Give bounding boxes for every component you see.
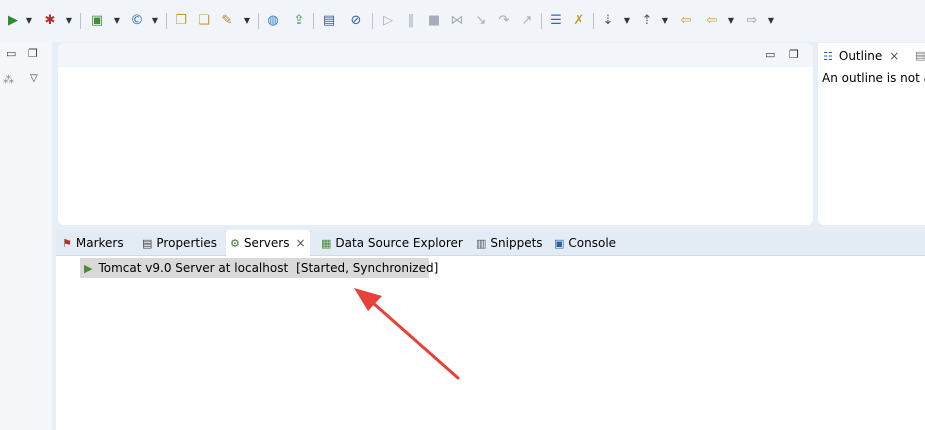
bottom-panel: ⚑ Markers ▤ Properties ⚙ Servers × ▦ Dat… — [56, 230, 925, 430]
editor-maximize-icon[interactable]: ❐ — [789, 49, 799, 61]
monitor-icon[interactable]: ▤ — [320, 12, 338, 30]
outline-icon: ☷ — [823, 49, 833, 63]
last-edit-icon[interactable]: ⇦ — [677, 12, 695, 30]
properties-icon: ▤ — [142, 236, 153, 250]
tab-data-source-explorer[interactable]: ▦ Data Source Explorer — [321, 230, 463, 256]
tab-markers[interactable]: ⚑ Markers — [62, 230, 124, 256]
step-over-icon[interactable]: ↷ — [495, 12, 513, 30]
new-class-icon[interactable]: © — [128, 12, 146, 30]
tab-outline-label: Outline — [838, 49, 883, 63]
tab-snippets-label: Snippets — [490, 236, 543, 250]
tab-data-source-explorer-label: Data Source Explorer — [335, 236, 463, 250]
servers-cluster-icon[interactable]: ⁂ — [3, 74, 14, 86]
snippets-icon: ▥ — [476, 236, 487, 250]
toolbar-separator — [166, 13, 167, 29]
outline-message: An outline is not a — [822, 71, 925, 85]
forward-icon[interactable]: ⇨ — [743, 12, 761, 30]
server-list-item[interactable]: ▶ Tomcat v9.0 Server at localhost [Start… — [80, 258, 438, 278]
new-class-dropdown-icon[interactable]: ▼ — [151, 12, 159, 30]
toolbar-separator — [258, 13, 259, 29]
toolbar-separator — [372, 13, 373, 29]
open-folder-icon[interactable]: ❐ — [172, 12, 190, 30]
step-return-icon[interactable]: ↗ — [518, 12, 536, 30]
debug-icon[interactable]: ✱ — [41, 12, 59, 30]
terminate-icon[interactable]: ■ — [425, 12, 443, 30]
task-list-icon[interactable]: ▤ — [915, 50, 925, 62]
tab-servers[interactable]: ⚙ Servers × — [226, 230, 310, 256]
open-task-icon[interactable]: ☰ — [547, 12, 565, 30]
back-icon[interactable]: ⇦ — [703, 12, 721, 30]
tab-outline[interactable]: ☷ Outline × — [818, 43, 925, 69]
next-annotation-dropdown-icon[interactable]: ▼ — [623, 12, 631, 30]
markers-icon: ⚑ — [62, 236, 72, 250]
close-icon[interactable]: × — [889, 49, 899, 63]
next-annotation-icon[interactable]: ⇣ — [599, 12, 617, 30]
deploy-icon[interactable]: ⇪ — [290, 12, 308, 30]
toolbar-separator — [541, 13, 542, 29]
tab-snippets[interactable]: ▥ Snippets — [476, 230, 543, 256]
launch-dropdown-icon[interactable]: ▼ — [243, 12, 251, 30]
data-source-icon: ▦ — [321, 236, 332, 250]
minimize-icon[interactable]: ▭ — [6, 48, 16, 60]
run-icon[interactable]: ▶ — [4, 12, 22, 30]
server-name: Tomcat v9.0 Server at localhost — [98, 261, 289, 275]
new-server-icon[interactable]: ▣ — [88, 12, 106, 30]
disconnect-icon[interactable]: ⋈ — [448, 12, 466, 30]
console-icon: ▣ — [554, 236, 565, 250]
left-minimized-stack: ▭ ❐ ⁂ ▽ — [0, 42, 52, 430]
run-dropdown-icon[interactable]: ▼ — [25, 12, 33, 30]
outline-view: ☷ Outline × ▤ An outline is not a — [818, 43, 925, 225]
main-toolbar: ▶ ▼ ✱ ▼ ▣ ▼ © ▼ ❐ ❏ ✎ ▼ ◍ ⇪ ▤ ⊘ ▷ ‖ ■ ⋈ … — [0, 0, 925, 42]
editor-area: ▭ ❐ — [58, 43, 813, 225]
toolbar-separator — [593, 13, 594, 29]
search-icon[interactable]: ✗ — [570, 12, 588, 30]
tab-console[interactable]: ▣ Console — [554, 230, 616, 256]
resume-icon[interactable]: ▷ — [379, 12, 397, 30]
servers-icon: ⚙ — [230, 236, 240, 250]
tab-markers-label: Markers — [75, 236, 124, 250]
editor-minimize-icon[interactable]: ▭ — [765, 49, 775, 61]
new-server-dropdown-icon[interactable]: ▼ — [113, 12, 121, 30]
panel-tabbar: ⚑ Markers ▤ Properties ⚙ Servers × ▦ Dat… — [56, 230, 925, 256]
globe-icon[interactable]: ◍ — [264, 12, 282, 30]
toolbar-separator — [80, 13, 81, 29]
toolbar-separator — [313, 13, 314, 29]
server-status: [Started, Synchronized] — [296, 261, 439, 275]
maximize-icon[interactable]: ❐ — [28, 48, 38, 60]
tab-console-label: Console — [568, 236, 617, 250]
tab-properties-label: Properties — [156, 236, 218, 250]
server-started-icon: ▶ — [84, 261, 93, 275]
forward-dropdown-icon[interactable]: ▼ — [767, 12, 775, 30]
back-dropdown-icon[interactable]: ▼ — [727, 12, 735, 30]
open-file-icon[interactable]: ❏ — [195, 12, 213, 30]
view-menu-icon[interactable]: ▽ — [30, 73, 38, 85]
suspend-icon[interactable]: ‖ — [402, 12, 420, 30]
close-icon[interactable]: × — [295, 236, 305, 250]
launch-icon[interactable]: ✎ — [218, 12, 236, 30]
skip-breakpoints-icon[interactable]: ⊘ — [347, 12, 365, 30]
debug-dropdown-icon[interactable]: ▼ — [65, 12, 73, 30]
tab-servers-label: Servers — [243, 236, 290, 250]
tab-properties[interactable]: ▤ Properties — [142, 230, 217, 256]
editor-header: ▭ ❐ — [58, 43, 813, 67]
step-into-icon[interactable]: ↘ — [472, 12, 490, 30]
prev-annotation-dropdown-icon[interactable]: ▼ — [661, 12, 669, 30]
prev-annotation-icon[interactable]: ⇡ — [638, 12, 656, 30]
